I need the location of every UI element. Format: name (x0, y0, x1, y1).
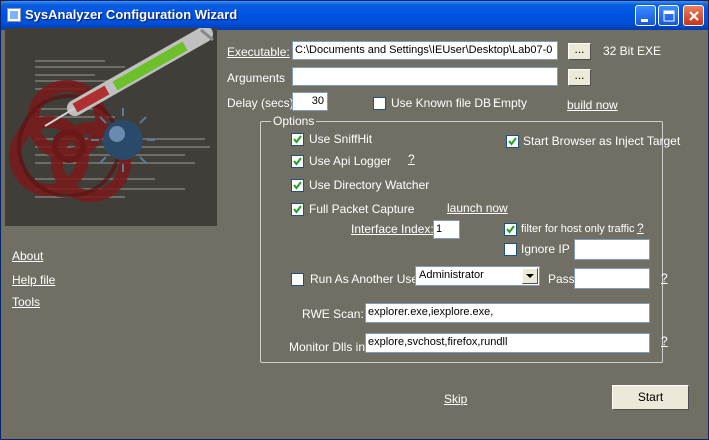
monitor-dlls-label: Monitor Dlls in: (289, 340, 369, 354)
use-api-logger-label: Use Api Logger (309, 154, 392, 168)
maximize-button[interactable] (658, 5, 679, 26)
known-file-db-checkbox[interactable] (373, 97, 386, 110)
biohazard-artwork (5, 28, 217, 226)
browse-arguments-button[interactable]: ... (568, 69, 591, 86)
filter-host-traffic-label: filter for host only traffic (521, 223, 635, 235)
window-title: SysAnalyzer Configuration Wizard (25, 7, 238, 22)
launch-now-link[interactable]: launch now (447, 201, 508, 215)
build-now-link[interactable]: build now (567, 98, 618, 112)
skip-link[interactable]: Skip (444, 392, 467, 406)
filter-host-traffic-checkbox[interactable] (504, 223, 517, 236)
rwe-scan-label: RWE Scan: (302, 307, 364, 321)
rwe-scan-input[interactable]: explorer.exe,iexplore.exe, (365, 303, 650, 323)
known-file-db-label: Use Known file DB : (391, 96, 498, 110)
arguments-input[interactable] (292, 67, 558, 86)
tools-link[interactable]: Tools (12, 295, 40, 309)
use-api-logger-checkbox[interactable] (291, 155, 304, 168)
use-directory-watcher-checkbox[interactable] (291, 179, 304, 192)
minimize-icon (641, 19, 648, 22)
delay-label: Delay (secs) (227, 96, 294, 110)
title-bar[interactable]: SysAnalyzer Configuration Wizard (1, 1, 708, 30)
biohazard-icon (9, 28, 214, 202)
dropdown-arrow-button[interactable] (522, 268, 538, 284)
executable-input[interactable]: C:\Documents and Settings\IEUser\Desktop… (292, 41, 558, 60)
interface-index-input[interactable]: 1 (433, 220, 460, 239)
start-browser-label: Start Browser as Inject Target (523, 134, 681, 148)
options-title: Options (271, 114, 317, 128)
start-button[interactable]: Start (612, 385, 689, 410)
checkmark-icon (506, 225, 515, 234)
user-select[interactable]: Administrator (415, 266, 540, 286)
known-file-db-status: Empty (493, 96, 528, 110)
checkmark-icon (293, 135, 302, 144)
checkmark-icon (293, 181, 302, 190)
monitor-dlls-input[interactable]: explore,svchost,firefox,rundll (365, 333, 650, 353)
about-link[interactable]: About (12, 249, 43, 263)
delay-input[interactable]: 30 (292, 92, 328, 111)
checkmark-icon (293, 157, 302, 166)
checkmark-icon (293, 205, 302, 214)
run-as-user-checkbox[interactable] (291, 273, 304, 286)
filter-help-link[interactable]: ? (637, 221, 644, 235)
ignore-ip-input[interactable] (574, 239, 650, 260)
pass-input[interactable] (574, 268, 650, 289)
monitor-dlls-help-link[interactable]: ? (661, 334, 668, 348)
syringe-icon (44, 28, 214, 127)
maximize-icon (663, 10, 675, 22)
ignore-ip-checkbox[interactable] (504, 243, 517, 256)
user-select-value: Administrator (419, 269, 484, 281)
help-file-link[interactable]: Help file (12, 273, 55, 287)
pass-label: Pass (548, 272, 575, 286)
checkmark-icon (508, 137, 517, 146)
ignore-ip-label: Ignore IP (521, 242, 570, 256)
arch-label: 32 Bit EXE (603, 44, 662, 58)
close-button[interactable] (683, 5, 704, 26)
use-directory-watcher-label: Use Directory Watcher (309, 178, 430, 192)
arguments-label: Arguments (227, 71, 286, 85)
chevron-down-icon (526, 274, 534, 278)
run-as-user-label: Run As Another User (310, 272, 423, 286)
browse-executable-button[interactable]: ... (568, 43, 591, 60)
full-packet-capture-label: Full Packet Capture (309, 202, 415, 216)
minimize-button[interactable] (635, 5, 656, 26)
app-icon (7, 8, 21, 22)
close-icon (689, 11, 699, 21)
pass-help-link[interactable]: ? (661, 271, 668, 285)
full-packet-capture-checkbox[interactable] (291, 203, 304, 216)
api-logger-help-link[interactable]: ? (408, 152, 415, 166)
executable-label[interactable]: Executable: (227, 45, 290, 59)
use-sniffhit-label: Use SniffHit (309, 132, 373, 146)
interface-index-label[interactable]: Interface Index: (351, 222, 434, 236)
wizard-window: SysAnalyzer Configuration Wizard About H… (0, 0, 709, 440)
start-browser-checkbox[interactable] (506, 135, 519, 148)
use-sniffhit-checkbox[interactable] (291, 133, 304, 146)
